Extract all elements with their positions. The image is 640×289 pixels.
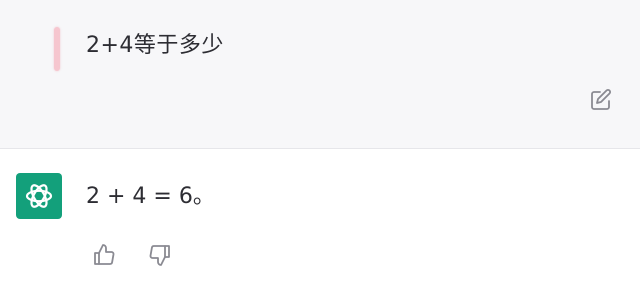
user-message-text: 2+4等于多少	[86, 33, 224, 58]
thumbs-up-icon	[94, 244, 115, 265]
assistant-message-text: 2 + 4 = 6。	[86, 184, 215, 209]
thumbs-up-button[interactable]	[90, 241, 118, 269]
assistant-message-row: 2 + 4 = 6。	[0, 149, 640, 289]
edit-message-button[interactable]	[588, 87, 614, 113]
assistant-avatar	[16, 173, 62, 219]
thumbs-down-icon	[149, 245, 170, 266]
edit-icon	[591, 89, 611, 110]
user-message-marker	[54, 27, 60, 71]
user-message-row: 2+4等于多少	[0, 0, 640, 148]
thumbs-down-button[interactable]	[146, 241, 174, 269]
openai-logo-icon	[25, 184, 53, 208]
